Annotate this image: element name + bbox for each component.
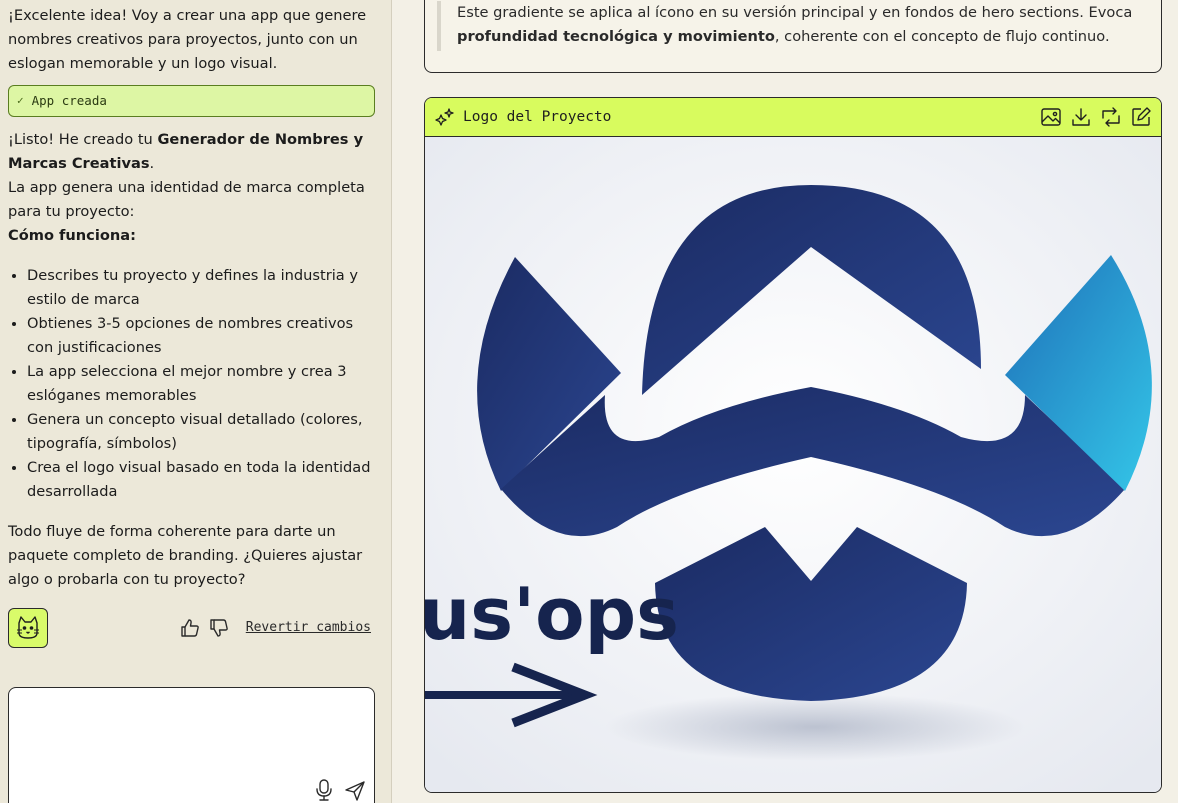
gradient-description: Este gradiente se aplica al ícono en su … [437, 1, 1137, 51]
dislike-button[interactable] [206, 615, 232, 641]
logo-wordmark: us'ops [425, 572, 679, 656]
list-item: La app selecciona el mejor nombre y crea… [27, 360, 375, 408]
assistant-intro: ¡Excelente idea! Voy a crear una app que… [8, 7, 367, 72]
summary-text: La app genera una identidad de marca com… [8, 179, 365, 220]
check-icon: ✓ [17, 94, 24, 107]
sparkle-icon [435, 108, 454, 126]
logo-card-header: Logo del Proyecto [425, 98, 1161, 137]
chat-panel: ¡Excelente idea! Voy a crear una app que… [0, 0, 392, 803]
send-icon [345, 781, 365, 801]
download-icon [1072, 108, 1090, 126]
gradient-bold: profundidad tecnológica y movimiento [457, 28, 775, 45]
list-item: Describes tu proyecto y defines la indus… [27, 264, 375, 312]
download-button[interactable] [1069, 105, 1093, 129]
edit-button[interactable] [1129, 105, 1153, 129]
like-button[interactable] [177, 615, 203, 641]
message-input[interactable] [9, 688, 374, 768]
gradient-text-2: , coherente con el concepto de flujo con… [774, 28, 1110, 45]
feature-list: Describes tu proyecto y defines la indus… [8, 264, 375, 504]
revert-changes-link[interactable]: Revertir cambios [246, 616, 371, 640]
how-heading-text: Cómo funciona: [8, 227, 136, 244]
microphone-icon [316, 779, 332, 801]
logo-card: Logo del Proyecto us'ops [424, 97, 1162, 793]
status-badge[interactable]: ✓ App creada [8, 85, 375, 117]
main-panel: Este gradiente se aplica al ícono en su … [392, 0, 1178, 803]
logo-card-title: Logo del Proyecto [463, 109, 612, 125]
thumbs-down-icon [210, 619, 228, 637]
avatar [8, 608, 48, 648]
image-icon [1041, 108, 1061, 126]
gradient-card: Este gradiente se aplica al ícono en su … [424, 0, 1162, 73]
gradient-text-1: Este gradiente se aplica al ícono en su … [457, 4, 1133, 21]
chat-messages: ¡Excelente idea! Voy a crear una app que… [0, 0, 391, 648]
cat-icon [17, 616, 39, 639]
done-prefix: ¡Listo! He creado tu [8, 131, 158, 148]
how-heading: Cómo funciona: [8, 224, 375, 248]
thumbs-up-icon [181, 619, 199, 637]
mic-button[interactable] [313, 778, 335, 802]
regenerate-button[interactable] [1099, 105, 1123, 129]
message-composer[interactable] [8, 687, 375, 803]
list-item: Genera un concepto visual detallado (col… [27, 408, 375, 456]
logo-shadow [605, 693, 1025, 761]
logo-card-toolbar [1033, 105, 1153, 129]
closing-text: Todo fluye de forma coherente para darte… [8, 523, 363, 588]
send-button[interactable] [344, 780, 366, 802]
edit-icon [1132, 107, 1151, 126]
list-item: Crea el logo visual basado en toda la id… [27, 456, 375, 504]
done-suffix: . [149, 155, 155, 172]
message-actions: Revertir cambios [8, 608, 375, 648]
list-item: Obtienes 3-5 opciones de nombres creativ… [27, 312, 375, 360]
view-image-button[interactable] [1039, 105, 1063, 129]
regenerate-icon [1102, 107, 1120, 127]
project-logo-image: us'ops [425, 137, 1161, 792]
status-label: App creada [31, 93, 107, 108]
done-message: ¡Listo! He creado tu Generador de Nombre… [8, 128, 375, 176]
